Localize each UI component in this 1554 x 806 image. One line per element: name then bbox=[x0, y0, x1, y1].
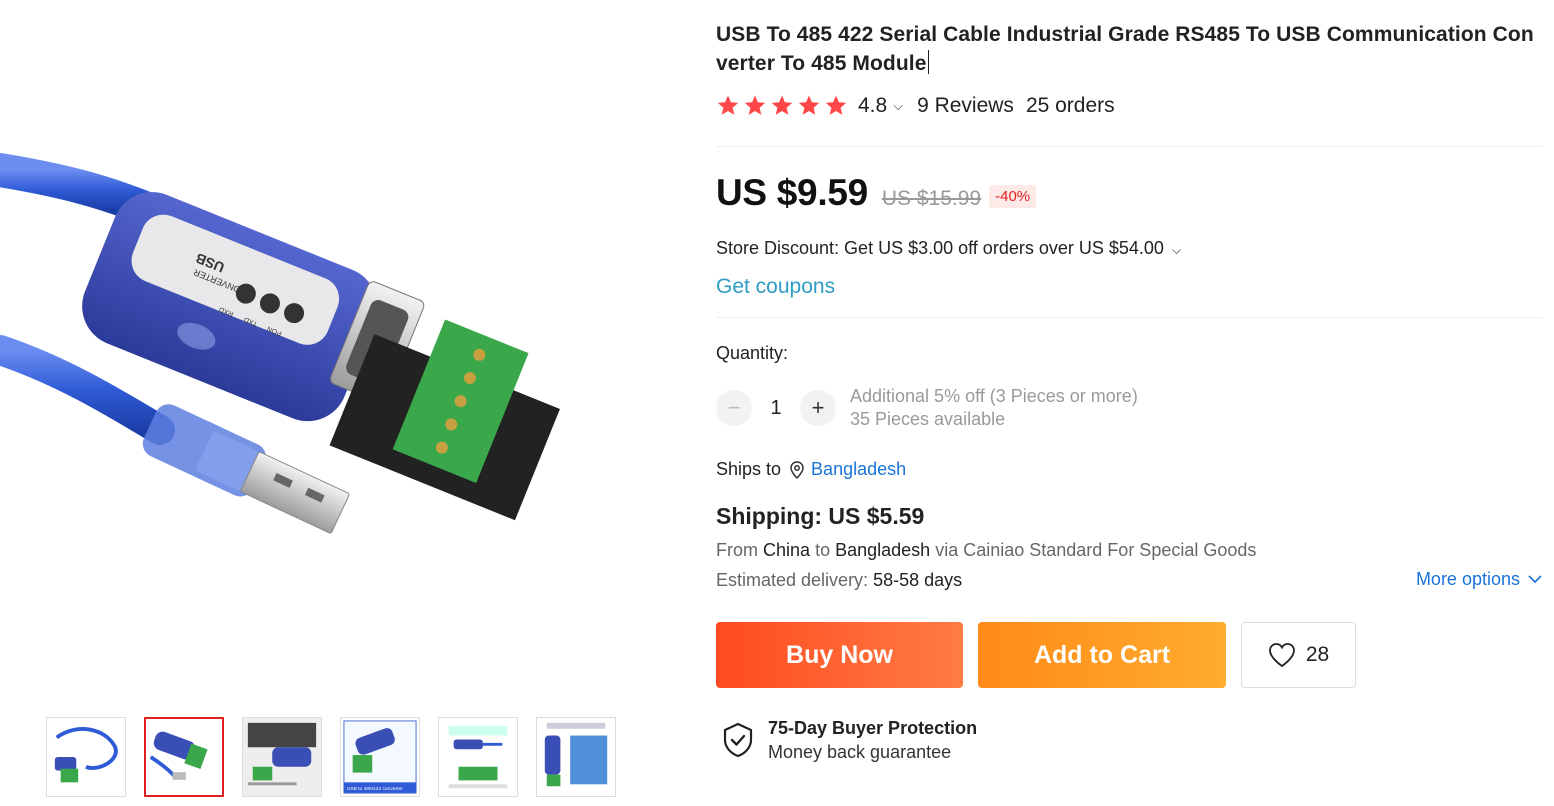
protection-title: 75-Day Buyer Protection bbox=[768, 718, 978, 738]
estimated-delivery-value: 58-58 days bbox=[873, 570, 963, 590]
location-pin-icon bbox=[790, 460, 804, 479]
thumbnail-1[interactable] bbox=[46, 717, 126, 797]
divider bbox=[716, 146, 1542, 147]
quantity-increment-button[interactable]: + bbox=[800, 390, 836, 426]
shipping-route: From China to Bangladesh via Cainiao Sta… bbox=[716, 540, 1256, 561]
rating-value: 4.8 bbox=[858, 94, 888, 117]
text-cursor bbox=[927, 50, 929, 74]
wishlist-count: 28 bbox=[1305, 643, 1330, 666]
rating-dropdown-chevron-icon[interactable]: ⌵ bbox=[893, 98, 903, 114]
quantity-info: Additional 5% off (3 Pieces or more) 35 … bbox=[850, 385, 1138, 431]
more-shipping-options-link[interactable]: More options bbox=[1416, 569, 1542, 590]
store-discount-text: Store Discount: Get US $3.00 off orders … bbox=[716, 238, 1164, 258]
ships-to-label: Ships to bbox=[716, 459, 782, 479]
protection-subtitle: Money back guarantee bbox=[768, 742, 952, 762]
thumbnail-3[interactable] bbox=[242, 717, 322, 797]
product-title: USB To 485 422 Serial Cable Industrial G… bbox=[716, 20, 1542, 78]
thumbnail-2-selected[interactable] bbox=[144, 717, 224, 797]
quantity-stepper: − 1 + Additional 5% off (3 Pieces or mor… bbox=[716, 385, 1138, 431]
product-gallery: USB CONVERTER RXD TXD PON USB to 485/422… bbox=[0, 0, 680, 806]
reviews-link[interactable]: 9 Reviews bbox=[917, 94, 1014, 118]
store-discount[interactable]: Store Discount: Get US $3.00 off orders … bbox=[716, 238, 1181, 259]
rating-stars bbox=[716, 94, 848, 118]
route-carrier: via Cainiao Standard For Special Goods bbox=[935, 540, 1257, 560]
get-coupons-link[interactable]: Get coupons bbox=[716, 275, 835, 299]
bulk-offer-text: Additional 5% off (3 Pieces or more) bbox=[850, 386, 1138, 406]
pieces-available-text: 35 Pieces available bbox=[850, 409, 1006, 429]
product-title-text: USB To 485 422 Serial Cable Industrial G… bbox=[716, 23, 1534, 75]
route-to-word: to bbox=[815, 540, 831, 560]
divider bbox=[716, 317, 1542, 318]
buyer-protection: 75-Day Buyer Protection Money back guara… bbox=[722, 716, 977, 764]
add-to-cart-button[interactable]: Add to Cart bbox=[978, 622, 1226, 688]
route-from-prefix: From bbox=[716, 540, 758, 560]
rating-row: 4.8 ⌵ 9 Reviews 25 orders bbox=[716, 94, 1115, 118]
buy-now-button[interactable]: Buy Now bbox=[716, 622, 963, 688]
estimated-delivery-label: Estimated delivery: bbox=[716, 570, 869, 590]
thumbnail-strip: USB to 485/422 converter bbox=[46, 717, 616, 797]
price-row: US $9.59 US $15.99 -40% bbox=[716, 172, 1037, 214]
star-icon bbox=[744, 95, 766, 115]
estimated-delivery: Estimated delivery: 58-58 days bbox=[716, 570, 962, 591]
thumbnail-4[interactable]: USB to 485/422 converter bbox=[340, 717, 420, 797]
store-discount-chevron-icon[interactable]: ⌵ bbox=[1172, 243, 1181, 257]
heart-icon bbox=[1268, 643, 1295, 668]
star-icon bbox=[825, 95, 847, 115]
discount-badge: -40% bbox=[989, 185, 1037, 208]
shield-check-icon bbox=[723, 722, 753, 758]
ships-to-row: Ships to Bangladesh bbox=[716, 459, 906, 480]
route-destination: Bangladesh bbox=[835, 540, 931, 560]
orders-count: 25 orders bbox=[1025, 94, 1115, 117]
thumbnail-6[interactable] bbox=[536, 717, 616, 797]
more-options-label: More options bbox=[1415, 569, 1520, 589]
star-icon bbox=[798, 95, 820, 115]
original-price: US $15.99 bbox=[881, 187, 982, 210]
star-icon bbox=[771, 95, 793, 115]
quantity-decrement-button[interactable]: − bbox=[716, 390, 752, 426]
product-main-image[interactable]: USB CONVERTER RXD TXD PON bbox=[0, 90, 680, 620]
ships-to-country-link[interactable]: Bangladesh bbox=[811, 459, 906, 480]
route-origin: China bbox=[763, 540, 811, 560]
quantity-value[interactable]: 1 bbox=[752, 397, 800, 420]
star-icon bbox=[717, 95, 739, 115]
shipping-cost: Shipping: US $5.59 bbox=[716, 503, 925, 529]
wishlist-button[interactable]: 28 bbox=[1241, 622, 1356, 688]
quantity-label: Quantity: bbox=[716, 343, 789, 363]
thumbnail-4-caption: USB to 485/422 converter bbox=[347, 786, 403, 792]
current-price: US $9.59 bbox=[716, 172, 868, 213]
chevron-down-icon bbox=[1528, 575, 1542, 584]
thumbnail-5[interactable] bbox=[438, 717, 518, 797]
